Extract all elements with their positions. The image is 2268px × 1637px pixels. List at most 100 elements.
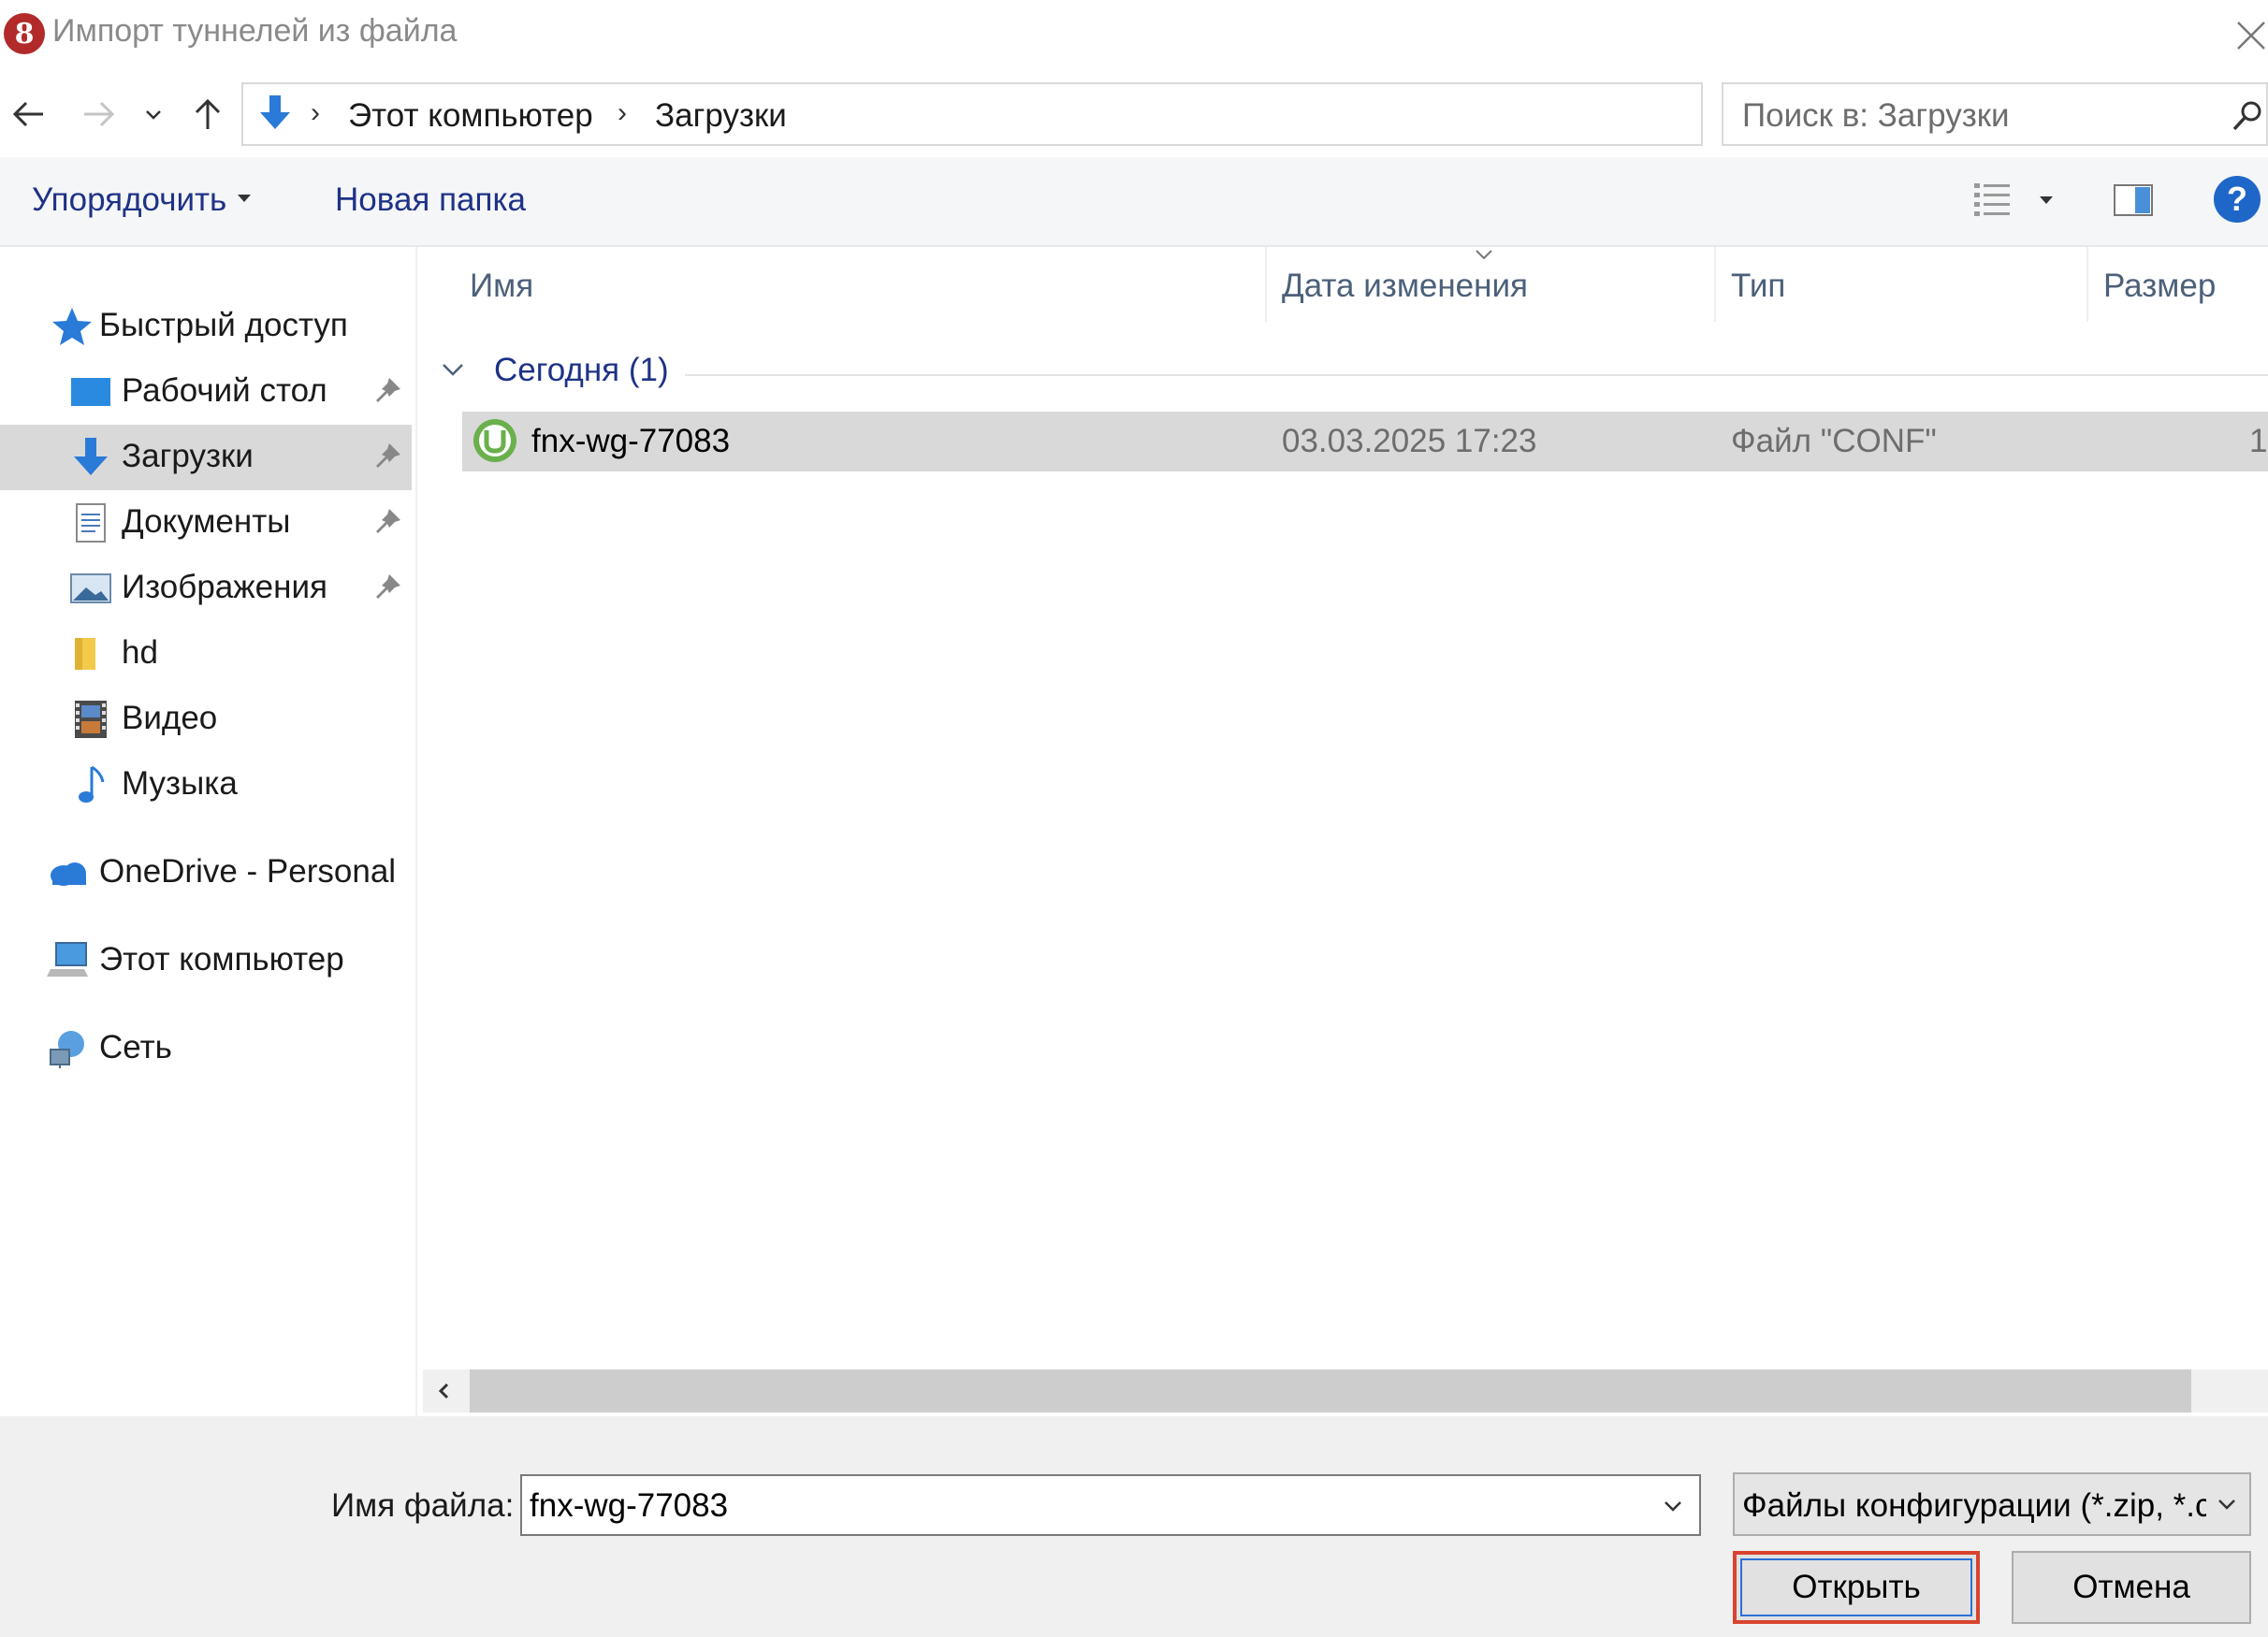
recent-locations-button[interactable]	[133, 90, 174, 138]
filename-label: Имя файла:	[331, 1487, 515, 1524]
title-bar: 8 Импорт туннелей из файла	[0, 0, 2268, 67]
sidebar-item-label: Музыка	[122, 765, 238, 802]
sidebar-item-label: Видео	[122, 700, 218, 736]
column-divider[interactable]	[1714, 247, 1716, 322]
arrow-up-icon	[195, 98, 221, 129]
pin-icon[interactable]	[371, 571, 404, 604]
scroll-left-button[interactable]	[423, 1369, 466, 1412]
column-divider[interactable]	[1265, 247, 1267, 322]
view-details-icon[interactable]	[1972, 180, 2014, 221]
preview-pane-icon[interactable]	[2113, 181, 2154, 219]
computer-icon	[47, 942, 88, 977]
app-logo-icon: 8	[4, 13, 45, 54]
column-header-name[interactable]: Имя	[470, 268, 533, 305]
document-icon	[76, 503, 106, 543]
search-icon[interactable]	[2229, 97, 2266, 135]
command-toolbar: Упорядочить Новая папка ?	[0, 157, 2268, 247]
group-header-today[interactable]: Сегодня (1)	[440, 352, 2268, 395]
desktop-icon	[71, 378, 110, 406]
sidebar-item-label: Рабочий стол	[122, 372, 327, 409]
sidebar-item-label: hd	[122, 634, 158, 671]
column-header-size[interactable]: Размер	[2103, 268, 2216, 305]
sidebar-item-label: Этот компьютер	[99, 941, 344, 978]
breadcrumb-separator[interactable]: ›	[311, 97, 320, 129]
file-list: Имя Дата изменения Тип Размер Сегодня (1…	[419, 247, 2268, 1416]
breadcrumb-this-pc[interactable]: Этот компьютер	[348, 97, 593, 135]
folder-icon	[75, 638, 95, 670]
chevron-down-icon[interactable]	[1654, 1487, 1692, 1525]
scrollbar-thumb[interactable]	[470, 1369, 2191, 1412]
view-options-caret-icon[interactable]	[2040, 196, 2053, 204]
column-divider[interactable]	[2086, 247, 2088, 322]
search-placeholder: Поиск в: Загрузки	[1742, 97, 2010, 134]
arrow-left-icon	[12, 101, 43, 127]
dialog-footer: Имя файла: Файлы конфигурации (*.zip, *.…	[0, 1416, 2268, 1637]
new-folder-button[interactable]: Новая папка	[335, 181, 526, 219]
sidebar-item-pictures[interactable]: Изображения	[0, 556, 412, 621]
group-divider	[685, 374, 2268, 376]
sidebar-item-this-pc[interactable]: Этот компьютер	[0, 928, 412, 993]
filename-input[interactable]	[530, 1487, 1634, 1525]
star-icon	[52, 308, 92, 345]
window-title: Импорт туннелей из файла	[52, 13, 458, 49]
breadcrumb-downloads[interactable]: Загрузки	[655, 97, 787, 135]
cancel-button[interactable]: Отмена	[2012, 1551, 2251, 1624]
file-type: Файл "CONF"	[1731, 423, 1937, 459]
cloud-icon	[51, 862, 86, 886]
help-button[interactable]: ?	[2214, 176, 2261, 223]
chevron-down-icon	[2218, 1499, 2235, 1510]
sidebar-item-music[interactable]: Музыка	[0, 752, 412, 818]
chevron-down-icon	[443, 364, 463, 376]
sidebar-item-desktop[interactable]: Рабочий стол	[0, 359, 412, 425]
sidebar-item-quick-access[interactable]: Быстрый доступ	[0, 294, 412, 359]
pictures-icon	[70, 573, 111, 603]
up-button[interactable]	[185, 90, 230, 138]
utorrent-icon	[473, 419, 516, 462]
sidebar-item-label: Сеть	[99, 1029, 172, 1065]
pin-icon[interactable]	[371, 374, 404, 408]
sidebar-item-network[interactable]: Сеть	[0, 1016, 412, 1081]
arrow-right-icon	[84, 101, 115, 127]
file-type-filter-select[interactable]: Файлы конфигурации (*.zip, *.c	[1733, 1472, 2251, 1536]
address-row: › Этот компьютер › Загрузки Поиск в: Заг…	[0, 79, 2268, 150]
sort-chevron-icon	[1476, 250, 1492, 260]
network-icon	[50, 1031, 84, 1068]
download-arrow-icon	[74, 438, 108, 475]
back-button[interactable]	[6, 90, 51, 138]
sidebar-item-videos[interactable]: Видео	[0, 687, 412, 752]
sidebar-item-label: Документы	[122, 503, 291, 540]
breadcrumb-separator[interactable]: ›	[618, 97, 627, 129]
sidebar-item-label: OneDrive - Personal	[99, 853, 397, 890]
organize-button[interactable]: Упорядочить	[32, 181, 252, 219]
column-header-type[interactable]: Тип	[1731, 268, 1785, 305]
address-bar[interactable]: › Этот компьютер › Загрузки	[241, 82, 1937, 146]
horizontal-scrollbar[interactable]	[423, 1369, 2268, 1412]
group-label: Сегодня (1)	[494, 352, 669, 388]
organize-label: Упорядочить	[32, 181, 227, 218]
filename-combobox[interactable]	[520, 1474, 1701, 1536]
file-type-filter-value: Файлы конфигурации (*.zip, *.c	[1742, 1487, 2206, 1524]
sidebar-item-downloads[interactable]: Загрузки	[0, 425, 412, 490]
column-header-date[interactable]: Дата изменения	[1282, 268, 1528, 305]
sidebar-item-hd[interactable]: hd	[0, 621, 412, 687]
sidebar-item-onedrive[interactable]: OneDrive - Personal	[0, 840, 412, 905]
pin-icon[interactable]	[371, 440, 404, 473]
chevron-down-icon	[146, 110, 161, 120]
sidebar-item-documents[interactable]: Документы	[0, 490, 412, 556]
film-icon	[75, 701, 107, 738]
open-button[interactable]: Открыть	[1733, 1551, 1980, 1624]
music-note-icon	[79, 765, 105, 803]
navigation-pane: Быстрый доступ Рабочий стол Загрузки Док…	[0, 247, 417, 1416]
pin-icon[interactable]	[371, 505, 404, 539]
sidebar-item-label: Изображения	[122, 569, 327, 605]
forward-button[interactable]	[77, 90, 122, 138]
svg-text:8: 8	[15, 18, 35, 51]
file-size: 1	[2249, 423, 2268, 459]
search-input[interactable]: Поиск в: Загрузки	[1722, 82, 2268, 146]
download-arrow-icon	[260, 95, 290, 129]
chevron-left-icon	[438, 1383, 449, 1399]
close-icon[interactable]	[2227, 9, 2268, 56]
sidebar-item-label: Загрузки	[122, 438, 254, 474]
table-row[interactable]: fnx-wg-77083 03.03.2025 17:23 Файл "CONF…	[462, 412, 2268, 471]
file-name: fnx-wg-77083	[531, 423, 731, 459]
